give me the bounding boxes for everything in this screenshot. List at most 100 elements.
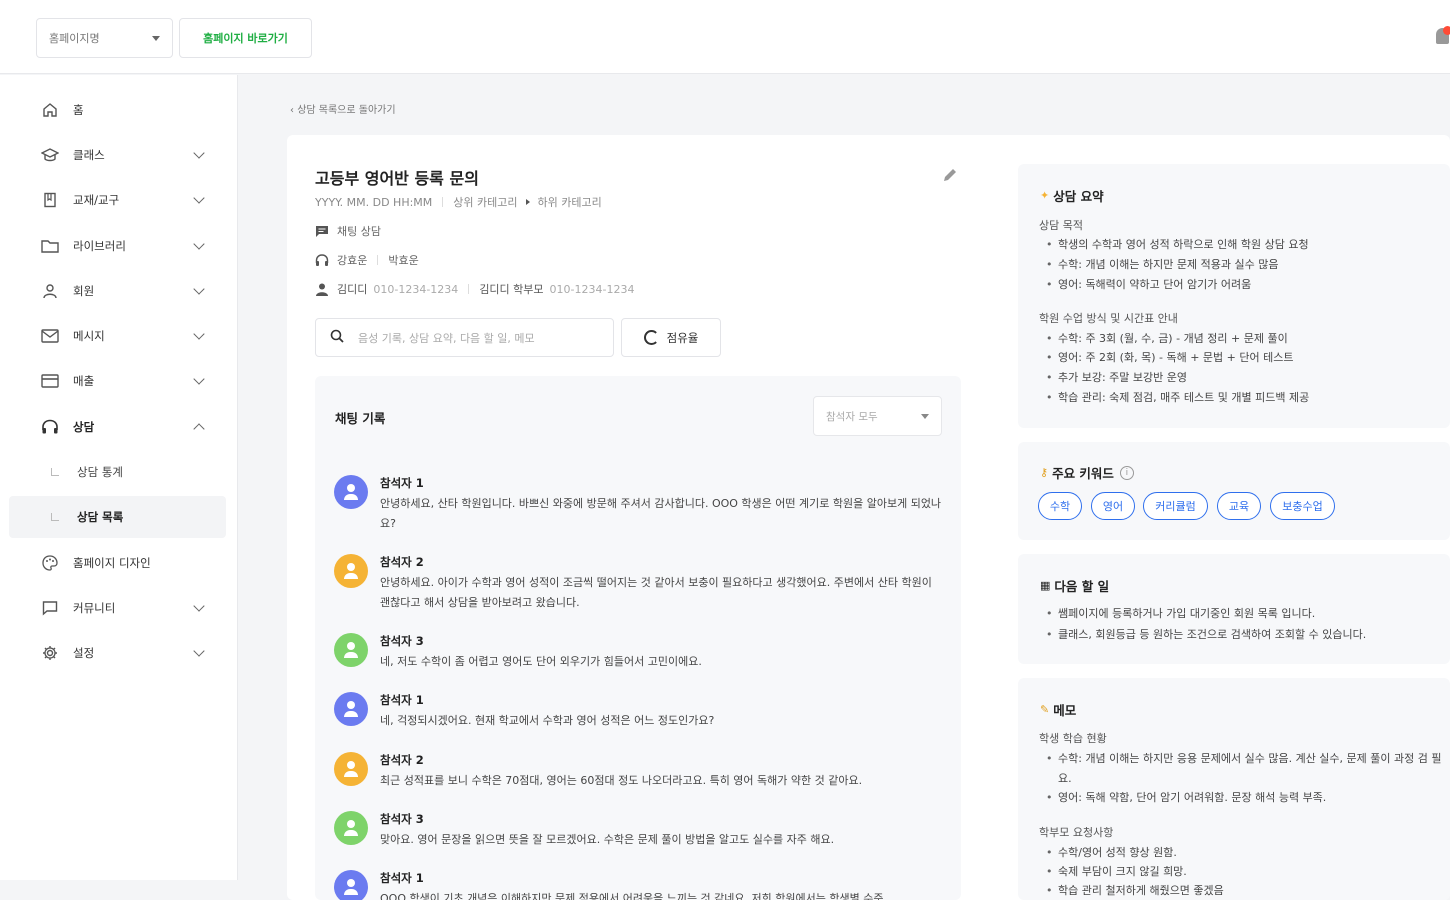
sidebar-item-home[interactable]: 홈: [9, 89, 226, 131]
sparkle-icon: ✦: [1040, 189, 1050, 202]
category-parent: 상위 카테고리: [453, 196, 518, 209]
list-item: 학습 관리: 숙제 점검, 매주 테스트 및 개별 피드백 제공: [1046, 388, 1450, 408]
sidebar-item-consult[interactable]: 상담: [9, 406, 226, 448]
list-item: 학생의 수학과 영어 성적 하락으로 인해 학원 상담 요청: [1046, 235, 1450, 255]
sidebar-item-label: 상담 통계: [77, 465, 123, 479]
keyword-chip[interactable]: 커리큘럼: [1143, 492, 1208, 520]
back-link[interactable]: ‹ 상담 목록으로 돌아가기: [290, 101, 396, 116]
headset-icon: [315, 253, 329, 267]
pencil-icon[interactable]: [942, 167, 958, 186]
participant-name: 참석자 3: [380, 634, 424, 648]
keyword-chip[interactable]: 교육: [1217, 492, 1261, 520]
headset-icon: [41, 418, 59, 436]
chevron-down-icon: [921, 413, 929, 419]
sidebar-item-sales[interactable]: 매출: [9, 360, 226, 402]
keywords-title-label: 주요 키워드: [1052, 466, 1114, 481]
keyword-chip[interactable]: 수학: [1038, 492, 1082, 520]
notification-bell-icon[interactable]: [1434, 26, 1450, 46]
sidebar-item-message[interactable]: 메시지: [9, 315, 226, 357]
sidebar-item-label: 설정: [73, 646, 95, 660]
info-icon[interactable]: i: [1119, 465, 1134, 480]
sidebar-item-label: 매출: [73, 374, 95, 388]
student-phone: 010-1234-1234: [373, 282, 459, 296]
chevron-down-icon: [193, 192, 205, 204]
chat-bubble-icon: [41, 599, 59, 617]
chevron-down-icon: [193, 373, 205, 385]
message-text: 맞아요. 영어 문장을 읽으면 뜻을 잘 모르겠어요. 수학은 문제 풀이 방법…: [380, 833, 835, 846]
sidebar-item-label: 상담: [73, 420, 95, 434]
sidebar-item-consult-list[interactable]: 상담 목록: [9, 496, 226, 538]
sidebar-item-label: 회원: [73, 284, 95, 298]
sidebar-item-settings[interactable]: 설정: [9, 632, 226, 674]
divider: [442, 197, 444, 207]
message-text: OOO 학생이 기초 개념은 이해하지만 문제 적용에서 어려움을 느끼는 것 …: [380, 892, 884, 900]
memo-title: ✎ 메모: [1040, 700, 1076, 719]
keyword-chip[interactable]: 보충수업: [1270, 492, 1335, 520]
counselor-2: 박효운: [388, 254, 419, 267]
list-item: 영어: 독해 약함, 단어 암기 어려워함. 문장 해석 능력 부족.: [1046, 788, 1450, 808]
keywords-card: [1018, 442, 1450, 540]
avatar: [334, 475, 368, 509]
participant-filter[interactable]: 참석자 모두: [813, 396, 942, 436]
chevron-down-icon: [193, 238, 205, 250]
counselor-row: 강효운 박효운: [315, 252, 419, 268]
list-item: 추가 보강: 주말 보강반 운영: [1046, 368, 1450, 388]
list-item: 영어: 독해력이 약하고 단어 암기가 어려움: [1046, 275, 1450, 295]
search-input[interactable]: 음성 기록, 상담 요약, 다음 할 일, 메모: [315, 318, 614, 357]
graduation-cap-icon: [41, 146, 59, 164]
participant-name: 참석자 3: [380, 812, 424, 826]
sidebar-item-library[interactable]: 라이브러리: [9, 225, 226, 267]
pie-chart-icon: [643, 330, 659, 345]
sort-share-button[interactable]: 점유율: [621, 318, 721, 357]
chevron-down-icon: [193, 600, 205, 612]
avatar: [334, 633, 368, 667]
chevron-up-icon: [193, 423, 205, 435]
sidebar-item-community[interactable]: 커뮤니티: [9, 587, 226, 629]
palette-icon: [41, 554, 59, 572]
sidebar-item-members[interactable]: 회원: [9, 270, 226, 312]
message-text: 네, 걱정되시겠어요. 현재 학교에서 수학과 영어 성적은 어느 정도인가요?: [380, 714, 715, 727]
clipboard-icon: ▦: [1040, 579, 1051, 592]
chat-title: 채팅 기록: [335, 411, 386, 426]
chevron-down-icon: [193, 645, 205, 657]
site-select-label: 홈페이지명: [49, 32, 100, 45]
chevron-down-icon: [193, 147, 205, 159]
summary-title-label: 상담 요약: [1053, 189, 1104, 204]
search-placeholder: 음성 기록, 상담 요약, 다음 할 일, 메모: [358, 331, 535, 345]
message-text: 안녕하세요, 산타 학원입니다. 바쁘신 와중에 방문해 주셔서 감사합니다. …: [380, 497, 942, 530]
list-item: 숙제 부담이 크지 않길 희망.: [1046, 862, 1450, 882]
avatar: [334, 692, 368, 726]
sidebar-bottom: [0, 880, 287, 900]
parent-name: 김디디 학부모: [479, 283, 544, 296]
summary-purpose-title: 상담 목적: [1039, 219, 1083, 232]
memo-title-label: 메모: [1053, 703, 1077, 718]
site-select[interactable]: 홈페이지명: [36, 18, 173, 58]
memo-parent-title: 학부모 요청사항: [1039, 826, 1114, 839]
home-icon: [41, 101, 59, 119]
sidebar-item-label: 상담 목록: [77, 510, 124, 524]
search-icon: [330, 329, 344, 346]
counselor-1: 강효운: [337, 254, 368, 267]
participant-name: 참석자 1: [380, 476, 424, 490]
back-link-label: 상담 목록으로 돌아가기: [297, 105, 396, 116]
site-go-button[interactable]: 홈페이지 바로가기: [179, 18, 312, 58]
consult-type-row: 채팅 상담: [315, 223, 381, 239]
sidebar-item-homepage-design[interactable]: 홈페이지 디자인: [9, 542, 226, 584]
chat-icon: [315, 224, 329, 238]
user-icon: [41, 282, 59, 300]
avatar: [334, 554, 368, 588]
sidebar-item-class[interactable]: 클래스: [9, 134, 226, 176]
sidebar-item-consult-stats[interactable]: 상담 통계: [9, 451, 226, 493]
memo-status-title: 학생 학습 현황: [1039, 732, 1107, 745]
keywords-title: ⚷ 주요 키워드 i: [1040, 463, 1134, 482]
user-icon: [315, 282, 329, 296]
chevron-down-icon: [152, 35, 160, 41]
consult-datetime: YYYY. MM. DD HH:MM: [315, 195, 433, 209]
card-icon: [41, 372, 59, 390]
list-item: 학습 관리 철저하게 해줬으면 좋겠음: [1046, 881, 1450, 900]
sidebar-item-materials[interactable]: 교재/교구: [9, 179, 226, 221]
consult-meta: YYYY. MM. DD HH:MM 상위 카테고리 하위 카테고리: [315, 194, 602, 210]
keyword-chip[interactable]: 영어: [1091, 492, 1135, 520]
summary-title: ✦ 상담 요약: [1040, 186, 1104, 205]
todo-title-label: 다음 할 일: [1054, 579, 1110, 594]
